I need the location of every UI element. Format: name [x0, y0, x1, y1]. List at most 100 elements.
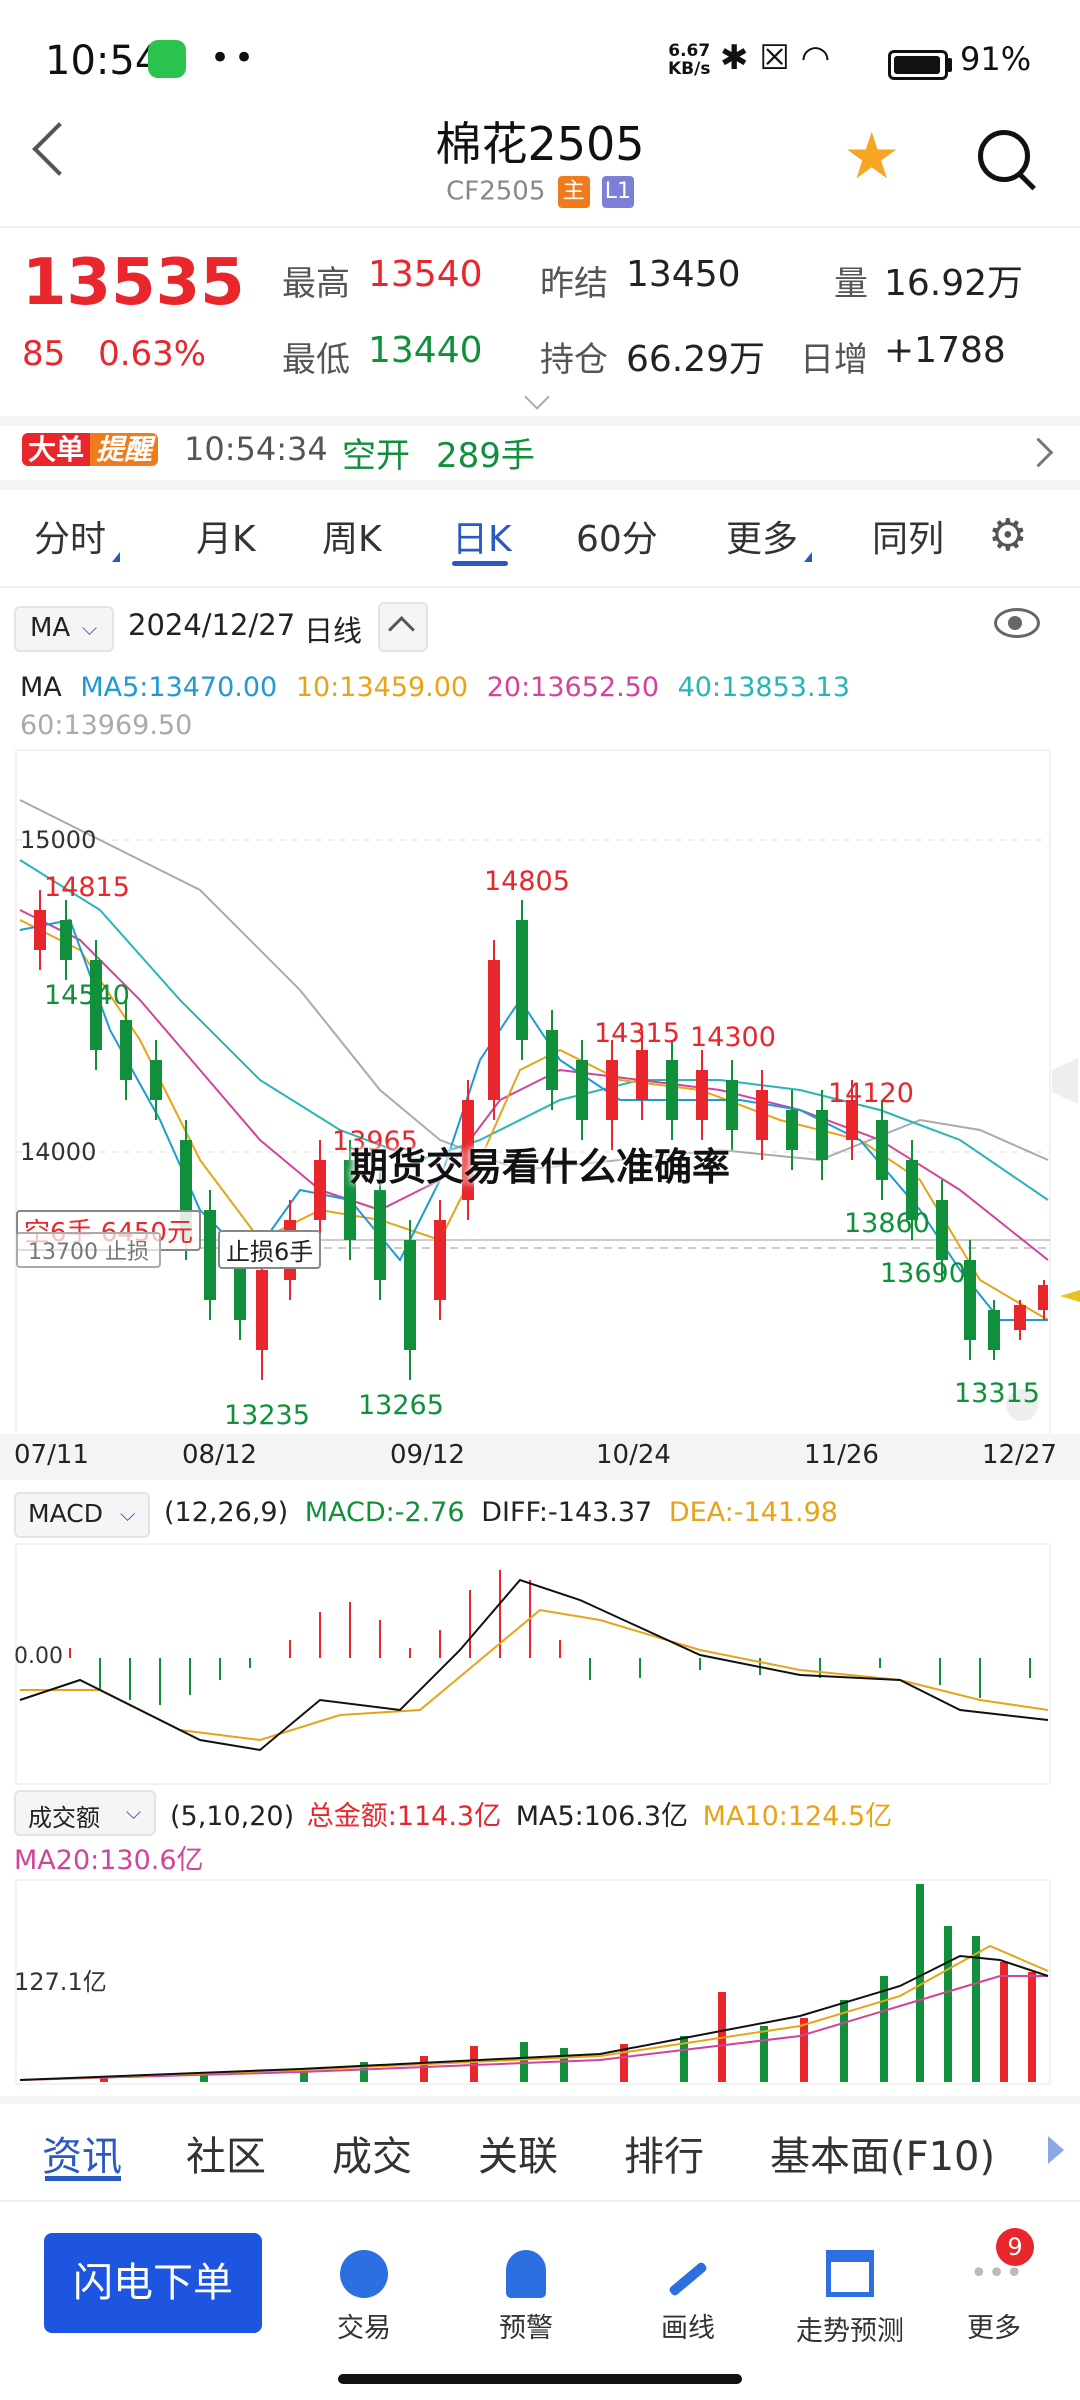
tab-daily[interactable]: 日K [452, 510, 512, 562]
active-tab-underline [45, 2176, 121, 2181]
gear-icon[interactable]: ⚙ [988, 510, 1027, 561]
candle [34, 910, 46, 950]
tool-alert[interactable]: 预警 [456, 2250, 596, 2345]
volume-bar [1000, 1962, 1008, 2082]
volume-chart[interactable] [0, 1876, 1080, 2086]
candle [666, 1060, 678, 1120]
tab-same-column[interactable]: 同列 [872, 510, 944, 562]
contract-code-text: CF2505 [446, 176, 546, 207]
candle [546, 1030, 558, 1090]
net-speed-value: 6.67 [668, 41, 711, 61]
tab-trades[interactable]: 成交 [332, 2124, 412, 2182]
price-label: 13860 [844, 1208, 930, 1239]
net-speed-unit: KB/s [668, 59, 711, 79]
expand-chevron-icon[interactable] [524, 384, 550, 410]
stat-value: 13540 [368, 254, 483, 295]
overlay-title: 期货交易看什么准确率 [349, 1145, 730, 1189]
macd-params: (12,26,9) [164, 1497, 289, 1528]
tab-related[interactable]: 关联 [478, 2124, 558, 2182]
badge-part-b: 提醒 [90, 433, 159, 466]
chevron-down-icon: ⌵ [126, 1800, 142, 1824]
ma10-value: 10:13459.00 [295, 672, 469, 703]
last-price-marker [1060, 1290, 1080, 1302]
dropdown-triangle-icon [112, 552, 121, 562]
alert-time: 10:54:34 [184, 430, 328, 468]
stat-value: 66.29万 [626, 339, 766, 380]
price-label: 13235 [224, 1400, 310, 1431]
kline-chart[interactable] [0, 740, 1080, 1500]
y-tick: 15000 [20, 826, 97, 854]
tool-label: 更多 [967, 2313, 1021, 2344]
macd-select[interactable]: MACD ⌵ [14, 1492, 150, 1538]
candle [1038, 1285, 1048, 1310]
volume-select[interactable]: 成交额 ⌵ [14, 1790, 156, 1836]
tab-news[interactable]: 资讯 [42, 2124, 122, 2182]
tab-weekly[interactable]: 周K [322, 510, 382, 562]
status-time: 10:54 [45, 38, 161, 84]
ma60-value: 60:13969.50 [20, 710, 193, 741]
volume-bar [560, 2048, 568, 2082]
stat-value: 13450 [626, 254, 741, 295]
battery-cap [947, 58, 952, 72]
tab-ranking[interactable]: 排行 [624, 2124, 704, 2182]
tool-forecast[interactable]: 走势预测 [780, 2250, 920, 2348]
kline-date: 2024/12/27 [128, 608, 296, 642]
chevron-down-icon: ⌵ [82, 616, 98, 640]
bluetooth-icon: ✱ [720, 38, 749, 78]
side-handle-icon[interactable] [1052, 1058, 1078, 1104]
scroll-right-icon[interactable] [1048, 2136, 1064, 2164]
candle [150, 1060, 162, 1100]
stat-value: +1788 [884, 330, 1006, 371]
favorite-star-icon[interactable]: ★ [843, 120, 900, 194]
volume-ma10: MA10:124.5亿 [702, 1801, 893, 1832]
page-title: 棉花2505 [435, 117, 645, 171]
candle [756, 1090, 768, 1140]
tab-more[interactable]: 更多 [726, 510, 813, 562]
tab-monthly[interactable]: 月K [196, 510, 256, 562]
stat-label: 最低 [282, 340, 350, 380]
collapse-button[interactable] [378, 602, 428, 652]
macd-chart[interactable] [0, 1540, 1080, 1790]
price-label: 13690 [880, 1258, 966, 1289]
stop-label[interactable]: 13700 止损 [16, 1232, 161, 1268]
divider [0, 416, 1080, 426]
divider [0, 480, 1080, 490]
candle [726, 1080, 738, 1130]
volume-values: (5,10,20) 总金额:114.3亿 MA5:106.3亿 MA10:124… [170, 1794, 892, 1833]
candle [60, 920, 72, 960]
notification-badge: 9 [996, 2228, 1034, 2266]
volume-ma5: MA5:106.3亿 [515, 1801, 689, 1832]
tab-label: 更多 [726, 519, 799, 560]
macd-zero-tick: 0.00 [14, 1644, 63, 1669]
stat-label: 最高 [282, 264, 350, 304]
tab-intraday[interactable]: 分时 [34, 510, 121, 562]
tab-label: 分时 [34, 519, 107, 560]
tool-more[interactable]: ••• 更多 [924, 2250, 1064, 2345]
divider [0, 2200, 1080, 2202]
last-price: 13535 [22, 246, 245, 320]
ma5-value: MA5:13470.00 [80, 672, 278, 703]
stat-label: 昨结 [540, 264, 608, 304]
flash-order-button[interactable]: 闪电下单 [44, 2233, 262, 2333]
tool-draw[interactable]: 画线 [618, 2250, 758, 2345]
eye-icon-pupil [1008, 616, 1022, 630]
stat-label: 日增 [800, 340, 868, 380]
kline-period: 日线 [304, 614, 363, 648]
volume-bar [1028, 1972, 1036, 2082]
tool-trade[interactable]: 交易 [294, 2250, 434, 2345]
main-tag: 主 [557, 176, 590, 208]
tab-community[interactable]: 社区 [186, 2124, 266, 2182]
active-tab-underline [452, 561, 508, 566]
tab-fundamentals[interactable]: 基本面(F10) [770, 2124, 995, 2182]
chevron-down-icon: ⌵ [120, 1502, 136, 1526]
tab-60min[interactable]: 60分 [576, 510, 658, 562]
volume-total: 总金额:114.3亿 [306, 1801, 502, 1832]
dropdown-triangle-icon [804, 552, 813, 562]
price-label: 13315 [954, 1378, 1040, 1409]
chevron-right-icon[interactable] [1023, 437, 1054, 468]
signal-icons: ✱ ☒ ◠ [720, 38, 830, 78]
indicator-select[interactable]: MA ⌵ [14, 606, 114, 652]
home-indicator[interactable] [338, 2374, 742, 2384]
stat-label: 量 [834, 264, 868, 304]
price-label: 14805 [484, 866, 570, 897]
